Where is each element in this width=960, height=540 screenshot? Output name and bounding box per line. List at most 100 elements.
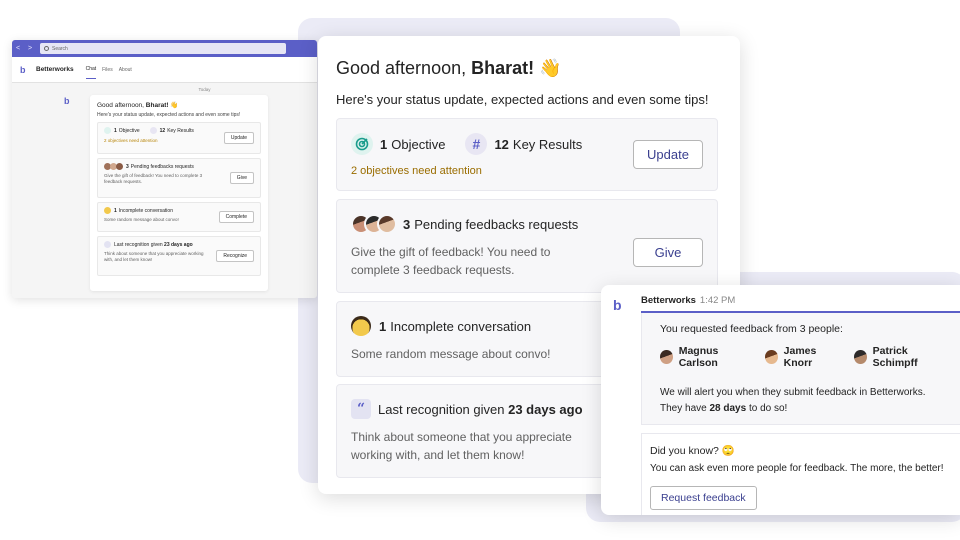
feedback-text: Give the gift of feedback! You need to c… xyxy=(351,245,551,277)
hash-icon: # xyxy=(465,133,488,155)
search-icon xyxy=(44,46,49,51)
mini-convo-label: Incomplete conversation xyxy=(118,207,173,214)
feedback-count: 3 xyxy=(403,216,411,232)
status-subtitle: Here's your status update, expected acti… xyxy=(336,92,709,107)
mini-complete-button[interactable]: Complete xyxy=(218,211,254,223)
person-item[interactable]: Patrick Schimpff xyxy=(853,345,948,369)
objectives-count: 1 xyxy=(380,136,388,152)
betterworks-logo-icon: b xyxy=(20,64,26,75)
mini-title-bar: < > Search xyxy=(12,40,317,57)
avatar xyxy=(351,316,371,336)
betterworks-logo-icon: b xyxy=(613,297,622,313)
tip-title: Did you know? 🙄 xyxy=(650,445,735,457)
mini-feedback-text: Give the gift of feedback! You need to c… xyxy=(104,173,203,185)
mini-feedback-section: 3 Pending feedbacks requests Give the gi… xyxy=(97,158,261,198)
mini-subtitle: Here's your status update, expected acti… xyxy=(97,112,241,118)
person-item[interactable]: Magnus Carlson xyxy=(660,345,753,369)
mini-search-input[interactable]: Search xyxy=(40,43,286,54)
request-feedback-button[interactable]: Request feedback xyxy=(650,486,757,510)
mini-objectives-section: 1 Objective 12 Key Results 2 objectives … xyxy=(97,122,261,154)
deadline-days: 28 days xyxy=(709,403,747,414)
avatar xyxy=(764,350,778,364)
quote-icon: “ xyxy=(351,399,371,419)
person-item[interactable]: James Knorr xyxy=(764,345,842,369)
chat-message: Betterworks 1:42 PM You requested feedbac… xyxy=(641,295,960,515)
feedback-section: 3 Pending feedbacks requests Give the gi… xyxy=(336,199,718,293)
mini-key-results-label: Key Results xyxy=(167,127,194,134)
convo-text: Some random message about convo! xyxy=(351,347,551,361)
mini-conversation-section: 1 Incomplete conversation Some random me… xyxy=(97,202,261,232)
tab-files[interactable]: Files xyxy=(102,61,113,79)
mini-greeting: Good afternoon, Bharat! 👋 xyxy=(97,101,261,109)
people-list: Magnus Carlson James Knorr Patrick Schim… xyxy=(660,345,960,369)
mini-key-results-count: 12 xyxy=(159,127,166,134)
wave-icon: 👋 xyxy=(539,58,562,78)
mini-greeting-prefix: Good afternoon, xyxy=(97,102,146,109)
tip-box: Did you know? 🙄 You can ask even more pe… xyxy=(641,433,960,515)
avatar xyxy=(660,350,673,364)
hash-icon xyxy=(149,127,157,134)
mini-app-header: b Betterworks Chat Files About xyxy=(12,57,317,83)
mini-search-placeholder: Search xyxy=(52,45,68,52)
deadline-prefix: They have xyxy=(660,403,710,414)
alert-text: We will alert you when they submit feedb… xyxy=(660,387,926,398)
objectives-section: 1 Objective # 12 Key Results 2 objective… xyxy=(336,118,718,191)
chat-message-card: b Betterworks 1:42 PM You requested feedb… xyxy=(601,285,960,515)
mini-recognition-section: Last recognition given 23 days ago Think… xyxy=(97,236,261,276)
tab-chat[interactable]: Chat xyxy=(85,60,97,79)
mini-teams-window: < > Search b Betterworks Chat Files Abou… xyxy=(12,40,317,298)
mini-feedback-count: 3 xyxy=(126,163,129,170)
tip-text: You can ask even more people for feedbac… xyxy=(650,463,944,474)
avatar xyxy=(116,163,123,170)
chat-time: 1:42 PM xyxy=(699,295,736,306)
person-name: Magnus Carlson xyxy=(678,345,719,369)
request-text: You requested feedback from 3 people: xyxy=(660,323,843,335)
person-name: Patrick Schimpff xyxy=(872,345,918,369)
recognition-text: Think about someone that you appreciate … xyxy=(351,430,572,462)
quote-icon xyxy=(104,241,111,248)
alert-note: We will alert you when they submit feedb… xyxy=(660,385,960,417)
mini-convo-count: 1 xyxy=(114,207,117,214)
wave-icon: 👋 xyxy=(170,102,179,109)
betterworks-logo-icon: b xyxy=(64,96,70,106)
key-results-count: 12 xyxy=(494,136,509,152)
mini-status-card: Good afternoon, Bharat! 👋 Here's your st… xyxy=(90,95,268,291)
page-title: Good afternoon, Bharat! 👋 xyxy=(336,58,722,79)
key-results-label: Key Results xyxy=(512,136,583,152)
chat-sender: Betterworks xyxy=(641,295,696,306)
update-button[interactable]: Update xyxy=(633,140,703,169)
mini-recognition-text: Think about someone that you appreciate … xyxy=(104,251,204,263)
mini-convo-text: Some random message about convo! xyxy=(104,217,179,222)
greeting-prefix: Good afternoon, xyxy=(336,58,472,78)
deadline-suffix: to do so! xyxy=(746,403,788,414)
mini-give-button[interactable]: Give xyxy=(229,172,254,184)
feedback-label: Pending feedbacks requests xyxy=(414,216,579,232)
mini-day-label: Today xyxy=(198,87,211,92)
target-icon xyxy=(351,133,373,155)
mini-recognize-button[interactable]: Recognize xyxy=(216,250,254,262)
objectives-label: Objective xyxy=(391,136,446,152)
mini-recognition-days: 23 days ago xyxy=(164,241,193,248)
greeting-name: Bharat! xyxy=(471,58,535,78)
chat-message-header: Betterworks 1:42 PM xyxy=(641,295,960,313)
mini-greeting-name: Bharat! xyxy=(145,102,169,109)
feedback-avatars xyxy=(351,214,397,234)
mini-nav-arrows[interactable]: < > xyxy=(16,45,38,52)
mini-recognition-label: Last recognition given xyxy=(114,241,163,248)
person-name: James Knorr xyxy=(783,345,817,369)
mini-objectives-count: 1 xyxy=(114,127,117,134)
convo-label: Incomplete conversation xyxy=(390,318,532,334)
mini-app-name: Betterworks xyxy=(36,66,74,73)
recognition-days: 23 days ago xyxy=(508,401,583,417)
give-button[interactable]: Give xyxy=(633,238,703,267)
avatar xyxy=(853,350,867,364)
feedback-request-box: You requested feedback from 3 people: Ma… xyxy=(641,313,960,425)
avatar xyxy=(377,214,397,234)
convo-count: 1 xyxy=(379,318,387,334)
mini-update-button[interactable]: Update xyxy=(223,132,254,144)
avatar xyxy=(104,207,111,214)
mini-objectives-label: Objective xyxy=(118,127,140,134)
tab-about[interactable]: About xyxy=(119,61,132,79)
recognition-label: Last recognition given xyxy=(378,401,505,417)
mini-feedback-label: Pending feedbacks requests xyxy=(130,163,194,170)
